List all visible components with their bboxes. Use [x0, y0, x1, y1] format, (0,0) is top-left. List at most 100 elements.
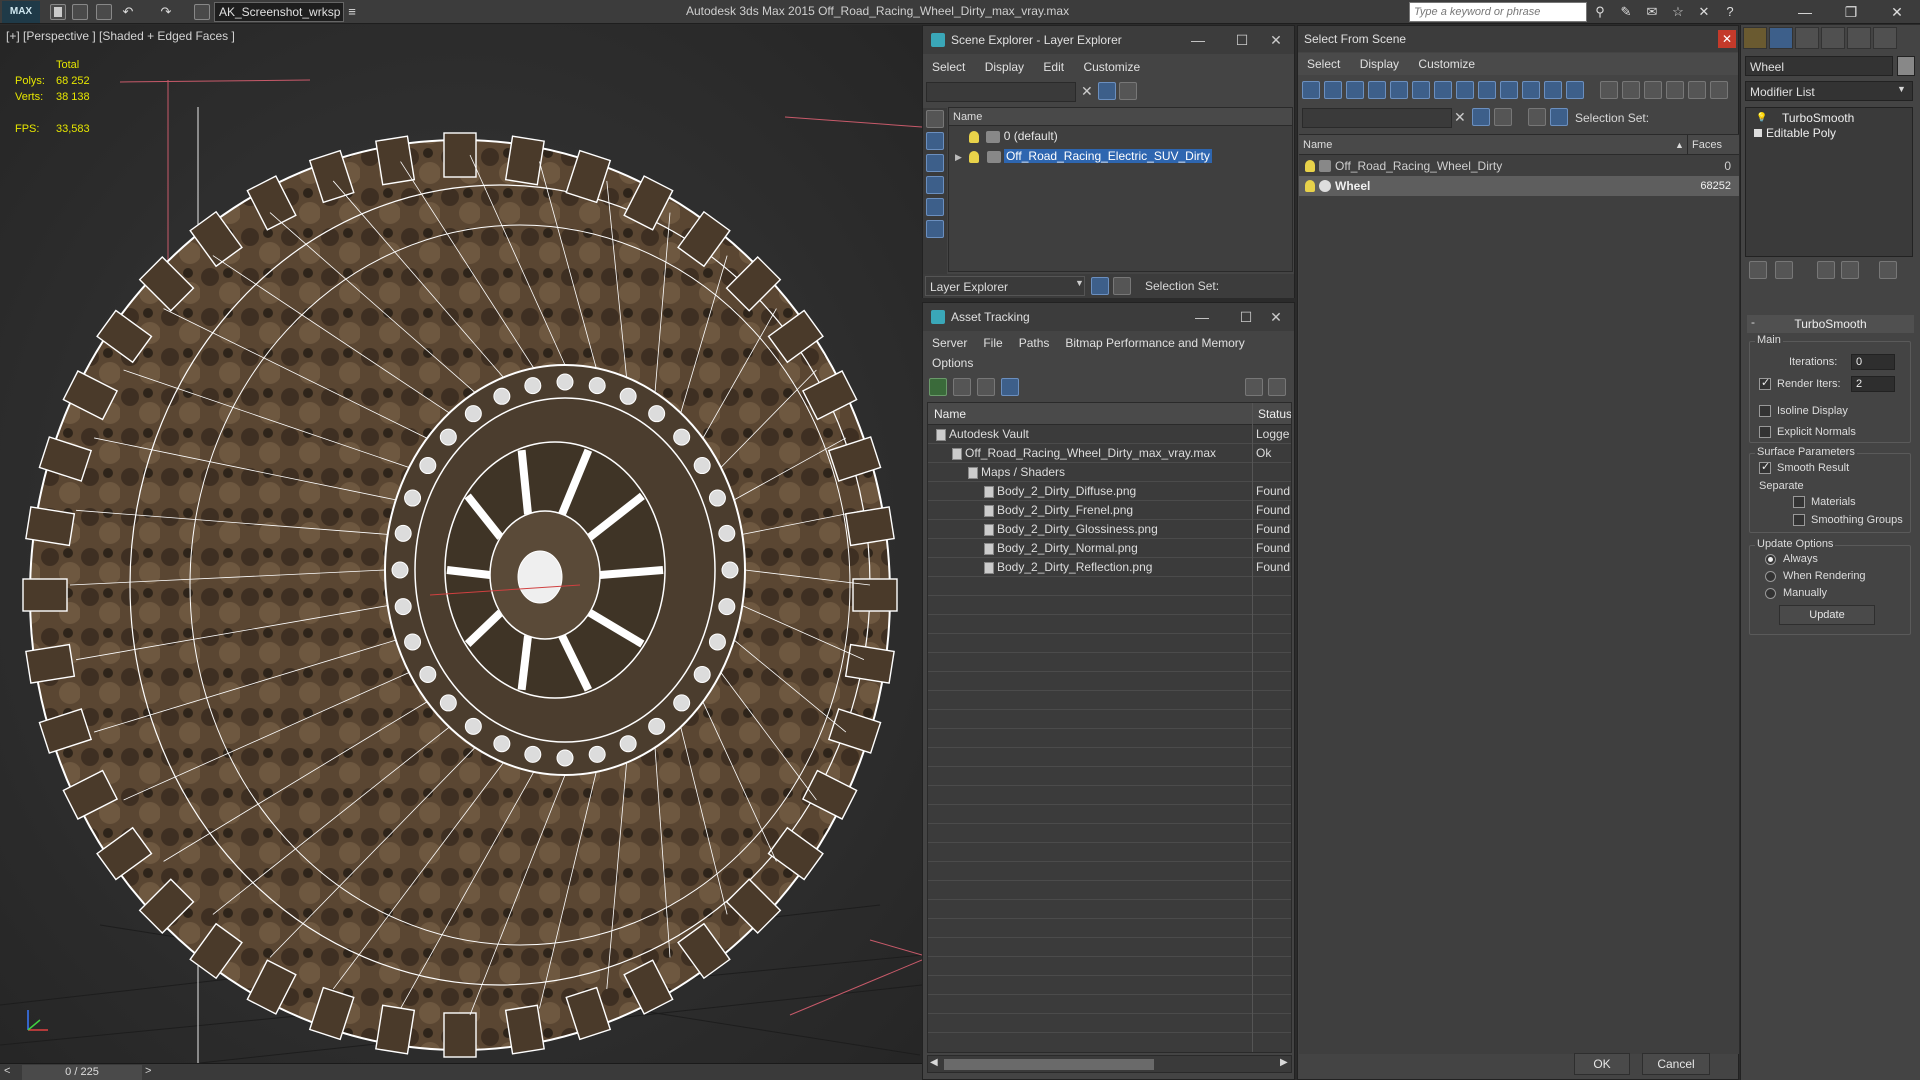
horizontal-scrollbar[interactable]: ◀ ▶: [927, 1055, 1292, 1073]
undo-icon[interactable]: ↶: [120, 4, 136, 20]
display-lights-icon[interactable]: [1346, 81, 1364, 99]
show-end-result-icon[interactable]: [1775, 261, 1793, 279]
minimize-icon[interactable]: —: [1782, 0, 1828, 24]
column-header-name[interactable]: Name: [1303, 135, 1332, 155]
columns-icon[interactable]: [1710, 81, 1728, 99]
stack-item-editable-poly[interactable]: Editable Poly: [1766, 126, 1836, 140]
app-logo-icon[interactable]: MAX: [2, 1, 40, 23]
tools-icon[interactable]: ✎: [1618, 4, 1634, 20]
menu-server[interactable]: Server: [923, 333, 974, 353]
settings-icon[interactable]: [1268, 378, 1286, 396]
close-icon[interactable]: ✕: [1257, 303, 1295, 331]
subscription-icon[interactable]: ✉: [1644, 4, 1660, 20]
cancel-button[interactable]: Cancel: [1642, 1053, 1710, 1075]
select-invert-icon[interactable]: [1644, 81, 1662, 99]
close-icon[interactable]: ✕: [1257, 26, 1295, 54]
find-input[interactable]: [1302, 108, 1452, 128]
menu-customize[interactable]: Customize: [1409, 53, 1482, 75]
workspace-dropdown[interactable]: AK_Screenshot_wrksp: [214, 2, 344, 22]
table-view-icon[interactable]: [1001, 378, 1019, 396]
display-groups-icon[interactable]: [1434, 81, 1452, 99]
menu-file[interactable]: File: [974, 333, 1009, 353]
turbosmooth-rollout-title[interactable]: TurboSmooth: [1747, 315, 1914, 333]
lightbulb-icon[interactable]: 💡: [1756, 112, 1767, 123]
viewport-label[interactable]: [+] [Perspective ] [Shaded + Edged Faces…: [6, 29, 235, 43]
display-containers-icon[interactable]: [1500, 81, 1518, 99]
binoculars-icon[interactable]: ⚲: [1592, 4, 1608, 20]
next-frame-icon[interactable]: >: [145, 1065, 151, 1077]
display-helpers-icon[interactable]: [926, 198, 944, 216]
hierarchy-tab-icon[interactable]: [1795, 27, 1819, 49]
asset-row[interactable]: Body_2_Dirty_Frenel.png Found: [928, 501, 1291, 520]
materials-checkbox[interactable]: [1793, 496, 1805, 508]
motion-tab-icon[interactable]: [1821, 27, 1845, 49]
visibility-icon[interactable]: [1305, 180, 1315, 192]
display-shapes-icon[interactable]: [1324, 81, 1342, 99]
expand-icon[interactable]: [1754, 129, 1762, 137]
x-exchange-icon[interactable]: ✕: [1696, 4, 1712, 20]
thumbnail-view-icon[interactable]: [977, 378, 995, 396]
update-button[interactable]: Update: [1779, 605, 1875, 625]
display-hidden-icon[interactable]: [1544, 81, 1562, 99]
asset-row[interactable]: Maps / Shaders: [928, 463, 1291, 482]
expand-arrow-icon[interactable]: ▶: [955, 152, 962, 162]
when-rendering-radio[interactable]: [1765, 571, 1776, 582]
menu-display[interactable]: Display: [1351, 53, 1406, 75]
pin-stack-icon[interactable]: [1749, 261, 1767, 279]
column-header-faces[interactable]: Faces: [1692, 135, 1722, 155]
object-color-swatch[interactable]: [1897, 56, 1915, 76]
asset-row[interactable]: Off_Road_Racing_Wheel_Dirty_max_vray.max…: [928, 444, 1291, 463]
menu-select[interactable]: Select: [923, 56, 972, 78]
display-geometry-icon[interactable]: [926, 110, 944, 128]
time-slider-thumb[interactable]: 0 / 225: [22, 1065, 142, 1080]
filter-icon[interactable]: [1472, 108, 1490, 126]
display-spacewarps-icon[interactable]: [1412, 81, 1430, 99]
manually-radio[interactable]: [1765, 588, 1776, 599]
scene-explorer-search-input[interactable]: [926, 82, 1076, 102]
explicit-normals-checkbox[interactable]: [1759, 426, 1771, 438]
hierarchy-mode-icon[interactable]: [1113, 277, 1131, 295]
help-icon[interactable]: ?: [1722, 4, 1738, 20]
display-bones-icon[interactable]: [1478, 81, 1496, 99]
column-header-name[interactable]: Name: [949, 108, 1292, 126]
time-slider[interactable]: < 0 / 225 >: [0, 1063, 922, 1080]
chevron-down-icon[interactable]: ▼: [1075, 278, 1084, 288]
visibility-icon[interactable]: [1305, 160, 1315, 172]
asset-row[interactable]: Body_2_Dirty_Reflection.png Found: [928, 558, 1291, 577]
scrollbar-thumb[interactable]: [944, 1059, 1154, 1070]
layer-visibility-icon[interactable]: [969, 150, 980, 163]
prev-frame-icon[interactable]: <: [4, 1065, 10, 1077]
column-header-status[interactable]: Status: [1258, 403, 1291, 425]
display-lights-icon[interactable]: [926, 154, 944, 172]
column-divider[interactable]: [1687, 135, 1688, 155]
collapse-icon[interactable]: -: [1751, 315, 1755, 329]
scroll-left-icon[interactable]: ◀: [930, 1057, 938, 1068]
clear-search-icon[interactable]: ✕: [1081, 83, 1093, 100]
list-view-icon[interactable]: [953, 378, 971, 396]
menu-display[interactable]: Display: [976, 56, 1031, 78]
layer-row-suv[interactable]: ▶ Off_Road_Racing_Electric_SUV_Dirty: [949, 146, 1292, 166]
column-header-name[interactable]: Name: [934, 403, 966, 425]
display-options-icon[interactable]: [1119, 82, 1137, 100]
smoothing-groups-checkbox[interactable]: [1793, 514, 1805, 526]
asset-row[interactable]: Autodesk Vault Logge: [928, 425, 1291, 444]
utilities-tab-icon[interactable]: [1873, 27, 1897, 49]
filter-icon[interactable]: [1666, 81, 1684, 99]
asset-row[interactable]: Body_2_Dirty_Glossiness.png Found: [928, 520, 1291, 539]
minimize-icon[interactable]: —: [1179, 26, 1217, 54]
refresh-icon[interactable]: [929, 378, 947, 396]
perspective-viewport[interactable]: [+] [Perspective ] [Shaded + Edged Faces…: [0, 25, 922, 1063]
menu-select[interactable]: Select: [1298, 53, 1347, 75]
configure-sets-icon[interactable]: [1879, 261, 1897, 279]
workspace-menu-icon[interactable]: ≡: [344, 4, 360, 20]
select-all-icon[interactable]: [1600, 81, 1618, 99]
close-icon[interactable]: ✕: [1718, 30, 1736, 48]
layer-row-default[interactable]: 0 (default): [949, 126, 1292, 146]
render-iters-spinner[interactable]: 2: [1851, 376, 1895, 392]
display-cameras-icon[interactable]: [926, 176, 944, 194]
maximize-icon[interactable]: ☐: [1223, 26, 1261, 54]
asset-row[interactable]: Body_2_Dirty_Diffuse.png Found: [928, 482, 1291, 501]
display-tab-icon[interactable]: [1847, 27, 1871, 49]
iterations-spinner[interactable]: 0: [1851, 354, 1895, 370]
restore-icon[interactable]: ❐: [1828, 0, 1874, 24]
